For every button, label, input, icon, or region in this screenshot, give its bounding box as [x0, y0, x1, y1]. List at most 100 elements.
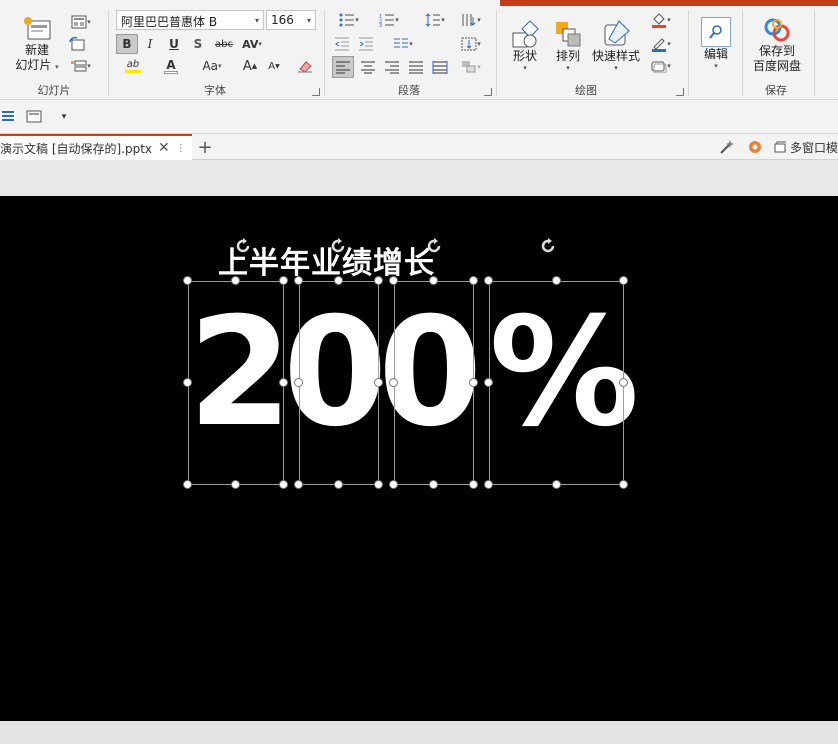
align-center-button[interactable]	[358, 56, 378, 78]
settings-button[interactable]	[744, 137, 766, 157]
font-color-button[interactable]: A	[154, 56, 188, 76]
resize-handle[interactable]	[389, 480, 398, 489]
highlight-button[interactable]: ab	[116, 56, 150, 76]
grow-font-button[interactable]: A ▲	[240, 56, 260, 76]
resize-handle[interactable]	[619, 276, 628, 285]
shrink-font-button[interactable]: A ▼	[264, 56, 284, 76]
increase-indent-button[interactable]	[356, 34, 376, 54]
resize-handle[interactable]	[279, 480, 288, 489]
resize-handle[interactable]	[551, 480, 561, 489]
italic-button[interactable]: I	[140, 34, 160, 54]
change-case-button[interactable]: Aa ▾	[192, 56, 232, 76]
selection-box-2[interactable]	[299, 281, 379, 485]
smartart-button[interactable]: ▾	[454, 56, 488, 78]
save-group-label: 保存	[765, 84, 787, 97]
close-icon[interactable]: ✕	[158, 140, 170, 156]
char-spacing-button[interactable]: AV ▾	[238, 34, 266, 54]
align-left-button[interactable]	[332, 56, 354, 78]
bold-button[interactable]: B	[116, 34, 138, 54]
shape-outline-button[interactable]: ▾	[644, 34, 678, 54]
resize-handle[interactable]	[294, 480, 303, 489]
text-direction-button[interactable]: ▾	[454, 10, 488, 30]
resize-handle[interactable]	[484, 276, 493, 285]
resize-handle[interactable]	[484, 480, 493, 489]
font-name-dropdown[interactable]: ▾	[250, 10, 264, 30]
shape-effects-button[interactable]: ▾	[644, 56, 678, 76]
numbering-button[interactable]: 123 ▾	[372, 10, 406, 30]
shapes-button[interactable]: 形状 ▾	[504, 10, 546, 80]
resize-handle[interactable]	[374, 480, 383, 489]
rotate-handle-icon[interactable]	[329, 237, 347, 255]
resize-handle[interactable]	[551, 276, 561, 285]
rotate-handle-icon[interactable]	[425, 237, 443, 255]
bullets-button[interactable]: ▾	[332, 10, 366, 30]
resize-handle[interactable]	[183, 480, 192, 489]
rotate-handle-icon[interactable]	[234, 237, 252, 255]
normal-view-button[interactable]	[24, 108, 44, 126]
distributed-button[interactable]	[430, 56, 450, 78]
justify-icon	[409, 61, 423, 74]
save-to-baidu-button[interactable]: 保存到 百度网盘	[748, 10, 806, 80]
font-size-dropdown[interactable]: ▾	[302, 10, 316, 30]
resize-handle[interactable]	[374, 378, 383, 387]
align-right-icon	[385, 61, 399, 74]
resize-handle[interactable]	[469, 378, 478, 387]
arrange-button[interactable]: 排列 ▾	[548, 10, 588, 80]
tab-document[interactable]: 演示文稿 [自动保存的].pptx ✕ ⋮	[0, 134, 192, 160]
resize-handle[interactable]	[429, 276, 438, 285]
pin-button[interactable]	[716, 137, 738, 157]
reset-button[interactable]	[66, 34, 88, 54]
highlight-label: ab	[126, 58, 140, 70]
rotate-handle-icon[interactable]	[539, 237, 557, 255]
resize-handle[interactable]	[389, 276, 398, 285]
underline-button[interactable]: U	[164, 34, 184, 54]
tab-menu-icon[interactable]: ⋮	[176, 143, 186, 154]
quick-styles-button[interactable]: 快速样式 ▾	[590, 10, 642, 80]
bullets-icon	[339, 13, 355, 27]
resize-handle[interactable]	[374, 276, 383, 285]
columns-button[interactable]: ▾	[386, 34, 420, 54]
shape-fill-button[interactable]: ▾	[644, 10, 678, 30]
resize-handle[interactable]	[334, 480, 343, 489]
new-tab-button[interactable]: +	[194, 136, 216, 158]
justify-button[interactable]	[406, 56, 426, 78]
paragraph-dialog-launcher[interactable]	[484, 88, 492, 96]
resize-handle[interactable]	[469, 276, 478, 285]
resize-handle[interactable]	[334, 276, 343, 285]
font-name-field[interactable]: 阿里巴巴普惠体 B	[116, 10, 264, 30]
resize-handle[interactable]	[183, 378, 192, 387]
resize-handle[interactable]	[294, 378, 303, 387]
layout-button[interactable]: ▾	[66, 12, 96, 32]
font-dialog-launcher[interactable]	[312, 88, 320, 96]
new-slide-button[interactable]: 新建 幻灯片 ▾	[10, 10, 64, 80]
resize-handle[interactable]	[231, 480, 240, 489]
strikethrough-button[interactable]: abc	[212, 34, 236, 54]
selection-box-3[interactable]	[394, 281, 474, 485]
resize-handle[interactable]	[619, 480, 628, 489]
slide-sorter-icon[interactable]	[0, 108, 16, 126]
line-spacing-button[interactable]: ▾	[418, 10, 452, 30]
clear-format-button[interactable]	[294, 56, 316, 76]
align-text-button[interactable]: ▾	[454, 34, 488, 54]
customize-qat-button[interactable]: ▾	[58, 108, 70, 126]
resize-handle[interactable]	[619, 378, 628, 387]
multi-window-button[interactable]: 多窗口模	[774, 137, 838, 157]
align-right-button[interactable]	[382, 56, 402, 78]
resize-handle[interactable]	[231, 276, 240, 285]
section-button[interactable]: ▾	[66, 56, 96, 76]
resize-handle[interactable]	[484, 378, 493, 387]
resize-handle[interactable]	[469, 480, 478, 489]
drawing-dialog-launcher[interactable]	[676, 88, 684, 96]
selection-box-1[interactable]	[188, 281, 284, 485]
resize-handle[interactable]	[389, 378, 398, 387]
resize-handle[interactable]	[294, 276, 303, 285]
shadow-button[interactable]: S	[188, 34, 208, 54]
resize-handle[interactable]	[279, 276, 288, 285]
decrease-indent-button[interactable]	[332, 34, 352, 54]
resize-handle[interactable]	[429, 480, 438, 489]
selection-box-4[interactable]	[489, 281, 624, 485]
resize-handle[interactable]	[279, 378, 288, 387]
resize-handle[interactable]	[183, 276, 192, 285]
slide-canvas[interactable]: 上半年业绩增长 2 0 0 %	[0, 196, 838, 721]
edit-button[interactable]: 编辑 ▾	[696, 10, 736, 76]
